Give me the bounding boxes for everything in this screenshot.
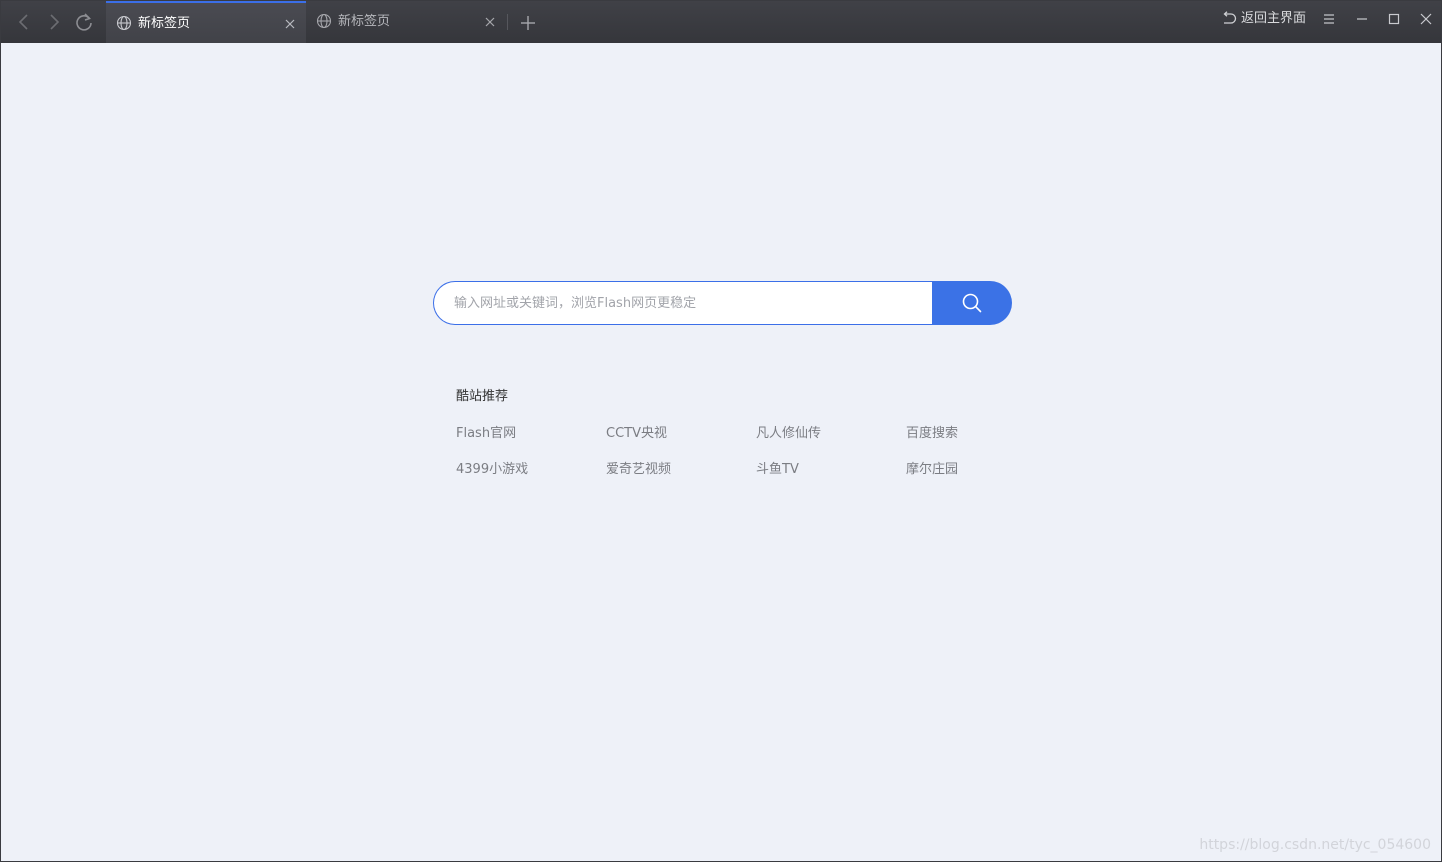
- globe-icon: [116, 15, 132, 31]
- maximize-icon: [1388, 13, 1400, 25]
- close-icon[interactable]: [484, 16, 496, 28]
- tab-label: 新标签页: [338, 14, 391, 29]
- minimize-button[interactable]: [1352, 9, 1372, 29]
- site-link-cctv[interactable]: CCTV央视: [606, 425, 756, 443]
- forward-button[interactable]: [41, 9, 67, 35]
- browser-window: 新标签页 新标签页 返回主界面 输入网址或关键词，浏览Flash网页更稳定 酷站…: [0, 0, 1442, 862]
- tab-new-tab-1[interactable]: 新标签页: [106, 1, 306, 43]
- title-bar: 新标签页 新标签页 返回主界面: [1, 1, 1441, 43]
- return-home-button[interactable]: 返回主界面: [1221, 9, 1306, 29]
- minimize-icon: [1357, 18, 1367, 20]
- site-link-flash[interactable]: Flash官网: [456, 425, 606, 443]
- search-button[interactable]: [932, 281, 1012, 325]
- undo-icon: [1223, 11, 1237, 24]
- site-link-baidu[interactable]: 百度搜索: [906, 425, 1056, 443]
- site-link-fanren[interactable]: 凡人修仙传: [756, 425, 906, 443]
- watermark: https://blog.csdn.net/tyc_054600: [1199, 837, 1431, 853]
- search-box: [433, 281, 1012, 325]
- back-button[interactable]: [11, 9, 37, 35]
- search-icon: [962, 293, 982, 313]
- refresh-icon: [76, 13, 92, 31]
- menu-icon: [1324, 14, 1334, 24]
- site-link-4399[interactable]: 4399小游戏: [456, 461, 606, 479]
- globe-icon: [316, 13, 332, 29]
- close-window-button[interactable]: [1416, 9, 1436, 29]
- new-tab-button[interactable]: [517, 12, 539, 34]
- tab-label: 新标签页: [138, 16, 191, 31]
- close-icon: [1420, 13, 1432, 25]
- site-grid: Flash官网 CCTV央视 凡人修仙传 百度搜索 4399小游戏 爱奇艺视频 …: [456, 425, 1056, 479]
- return-home-label: 返回主界面: [1241, 11, 1307, 26]
- menu-button[interactable]: [1319, 9, 1339, 29]
- back-icon: [18, 14, 28, 30]
- search-input[interactable]: [433, 281, 933, 325]
- close-icon[interactable]: [284, 18, 296, 30]
- recommend-title: 酷站推荐: [456, 389, 509, 404]
- tab-new-tab-2[interactable]: 新标签页: [306, 1, 506, 43]
- plus-icon: [521, 16, 535, 30]
- maximize-button[interactable]: [1384, 9, 1404, 29]
- site-link-douyu[interactable]: 斗鱼TV: [756, 461, 906, 479]
- forward-icon: [50, 14, 60, 30]
- site-link-mole[interactable]: 摩尔庄园: [906, 461, 1056, 479]
- site-link-iqiyi[interactable]: 爱奇艺视频: [606, 461, 756, 479]
- refresh-button[interactable]: [71, 9, 97, 35]
- tab-divider: [507, 14, 508, 30]
